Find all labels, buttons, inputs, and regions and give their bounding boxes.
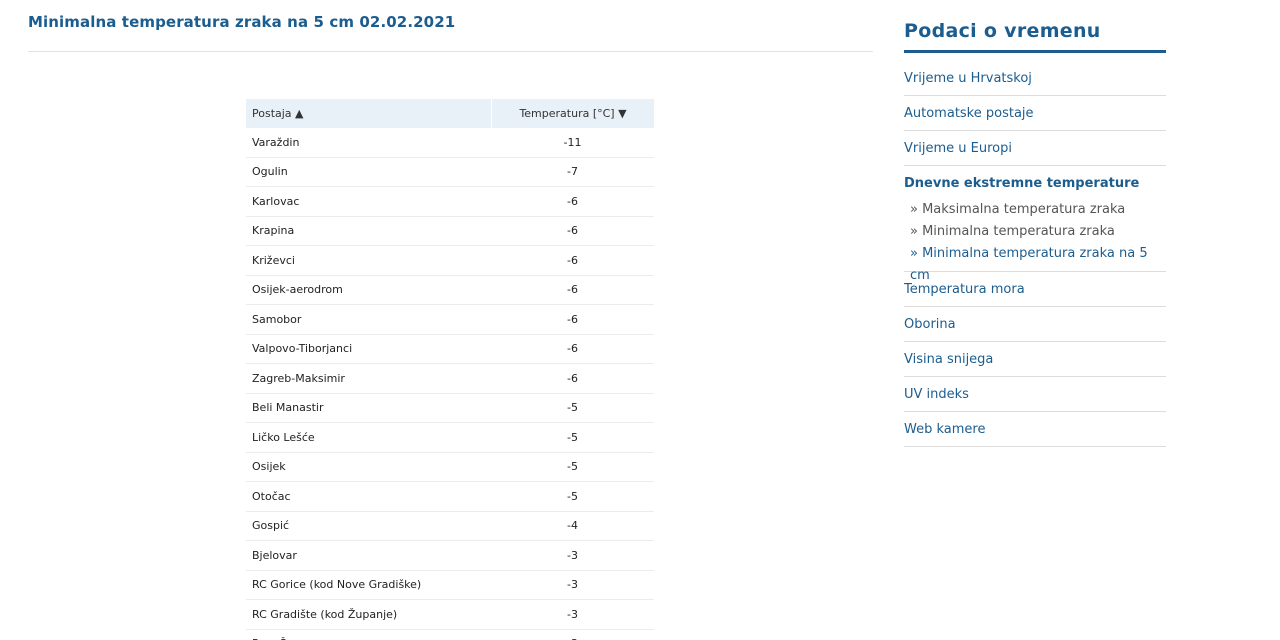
table-row: Otočac -5 <box>246 482 654 512</box>
temperature-value: -6 <box>567 371 578 385</box>
station-name: Varaždin <box>252 135 300 149</box>
submenu-item-maksimalna[interactable]: » Maksimalna temperatura zraka <box>904 199 1166 221</box>
station-name: Beli Manastir <box>252 401 324 415</box>
table-row: Ogulin -7 <box>246 158 654 187</box>
table-row: Beli Manastir -5 <box>246 394 654 423</box>
menu-item-visina-snijega[interactable]: Visina snijega <box>904 342 1166 377</box>
page-title: Minimalna temperatura zraka na 5 cm 02.0… <box>28 13 456 31</box>
temperature-value: -3 <box>567 607 578 621</box>
menu-item-dnevne-ekstremne-temperature[interactable]: Dnevne ekstremne temperature <box>904 166 1166 201</box>
table-row: RC Gradište (kod Županje) -3 <box>246 600 654 630</box>
temperature-value: -4 <box>567 519 578 533</box>
station-name: Gospić <box>252 519 290 533</box>
sort-by-temperature-header[interactable]: Temperatura [°C] ▼ <box>491 99 654 128</box>
station-name: Križevci <box>252 253 295 267</box>
table-row: RC Gorice (kod Nove Gradiške) -3 <box>246 571 654 600</box>
table-row: Križevci -6 <box>246 246 654 276</box>
temperature-table: Postaja ▲ Temperatura [°C] ▼ Varaždin -11… <box>246 99 654 640</box>
temperature-value: -6 <box>567 253 578 267</box>
station-name: Ogulin <box>252 165 288 179</box>
submenu: » Maksimalna temperatura zraka » Minimal… <box>904 199 1166 283</box>
table-row: Valpovo-Tiborjanci -6 <box>246 335 654 364</box>
station-name: Otočac <box>252 489 291 503</box>
temperature-value: -3 <box>567 578 578 592</box>
menu-item-uv-indeks[interactable]: UV indeks <box>904 377 1166 412</box>
sidebar-title: Podaci o vremenu <box>904 20 1101 42</box>
menu-item-web-kamere[interactable]: Web kamere <box>904 412 1166 447</box>
temperature-value: -3 <box>567 548 578 562</box>
table-row: Ro... Š...-3 <box>246 630 654 640</box>
temperature-value: -7 <box>567 165 578 179</box>
sidebar-title-underline <box>904 50 1166 53</box>
temperature-value: -5 <box>567 460 578 474</box>
table-row: Varaždin -11 <box>246 128 654 158</box>
temperature-value: -11 <box>563 135 582 149</box>
temperature-value: -5 <box>567 489 578 503</box>
menu-item-temperatura-mora[interactable]: Temperatura mora <box>904 272 1166 307</box>
temperature-value: -6 <box>567 283 578 297</box>
station-name: RC Gorice (kod Nove Gradiške) <box>252 578 422 592</box>
menu-item-vrijeme-u-hrvatskoj[interactable]: Vrijeme u Hrvatskoj <box>904 61 1166 96</box>
sort-by-station-header[interactable]: Postaja ▲ <box>246 107 491 120</box>
table-row: Karlovac -6 <box>246 187 654 217</box>
menu-item-vrijeme-u-europi[interactable]: Vrijeme u Europi <box>904 131 1166 166</box>
table-row: Bjelovar -3 <box>246 541 654 571</box>
table-row: Osijek-aerodrom -6 <box>246 276 654 305</box>
table-row: Krapina -6 <box>246 217 654 246</box>
table-header: Postaja ▲ Temperatura [°C] ▼ <box>246 99 654 128</box>
temperature-value: -5 <box>567 430 578 444</box>
station-name: Krapina <box>252 224 295 238</box>
menu-item-oborina[interactable]: Oborina <box>904 307 1166 342</box>
sidebar-menu: Vrijeme u Hrvatskoj Automatske postaje V… <box>904 61 1166 447</box>
menu-item-automatske-postaje[interactable]: Automatske postaje <box>904 96 1166 131</box>
table-body: Varaždin -11 Ogulin -7 Karlovac -6 Krapina -6 Kr… <box>246 128 654 640</box>
title-divider <box>28 51 873 52</box>
submenu-item-minimalna[interactable]: » Minimalna temperatura zraka <box>904 221 1166 243</box>
temperature-value: -5 <box>567 401 578 415</box>
station-name: Bjelovar <box>252 548 297 562</box>
station-name: Ličko Lešće <box>252 430 315 444</box>
station-name: Osijek <box>252 460 286 474</box>
menu-group-dnevne-ekstremne-temperature: Dnevne ekstremne temperature » Maksimaln… <box>904 166 1166 283</box>
page: Minimalna temperatura zraka na 5 cm 02.0… <box>0 0 1280 640</box>
temperature-value: -6 <box>567 194 578 208</box>
table-row: Ličko Lešće -5 <box>246 423 654 453</box>
temperature-value: -6 <box>567 224 578 238</box>
station-name: Samobor <box>252 312 302 326</box>
station-name: Karlovac <box>252 194 300 208</box>
submenu-item-minimalna-5cm[interactable]: » Minimalna temperatura zraka na 5 cm <box>904 243 1166 283</box>
table-row: Samobor -6 <box>246 305 654 335</box>
temperature-value: -6 <box>567 312 578 326</box>
station-name: Osijek-aerodrom <box>252 283 343 297</box>
main-content: Minimalna temperatura zraka na 5 cm 02.0… <box>28 0 873 640</box>
station-name: Valpovo-Tiborjanci <box>252 342 353 356</box>
station-name: Zagreb-Maksimir <box>252 371 345 385</box>
station-name: RC Gradište (kod Županje) <box>252 607 398 621</box>
table-row: Zagreb-Maksimir -6 <box>246 364 654 394</box>
table-row: Osijek -5 <box>246 453 654 482</box>
table-row: Gospić -4 <box>246 512 654 541</box>
temperature-value: -6 <box>567 342 578 356</box>
